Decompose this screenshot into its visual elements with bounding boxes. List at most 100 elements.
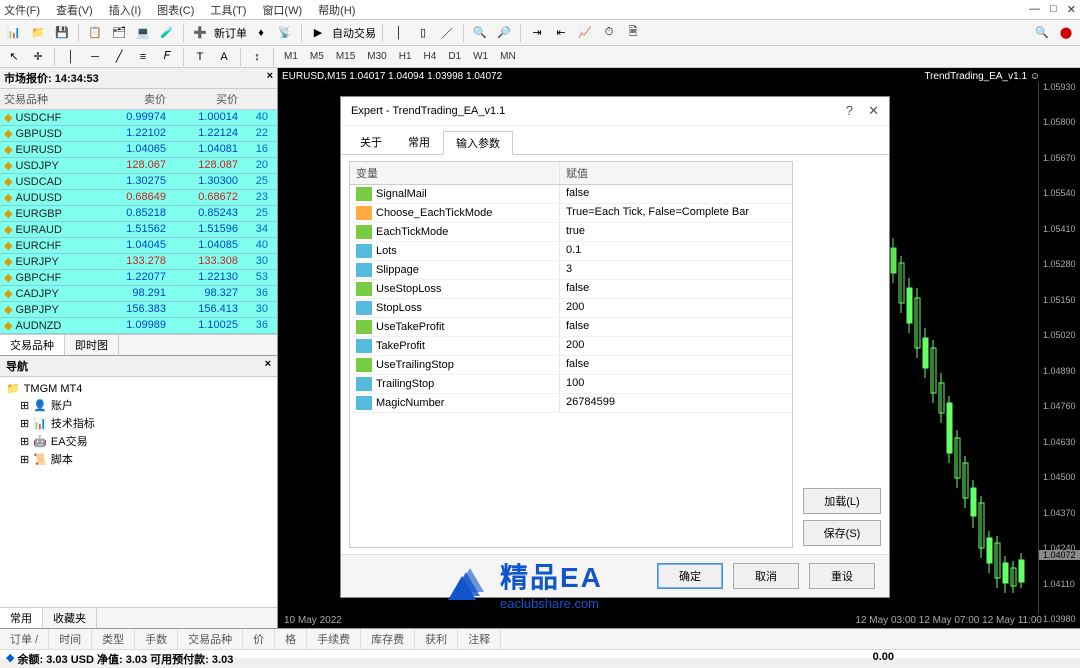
mw-tab-symbols[interactable]: 交易品种 bbox=[0, 335, 65, 355]
nav-experts[interactable]: ⊞🤖EA交易 bbox=[4, 432, 273, 450]
indicators-icon[interactable]: 📈 bbox=[575, 23, 595, 43]
meta-icon[interactable]: ♦ bbox=[251, 23, 271, 43]
nav-indicators[interactable]: ⊞📊技术指标 bbox=[4, 414, 273, 432]
term-col[interactable]: 手数 bbox=[135, 629, 178, 649]
mw-row[interactable]: ◆AUDUSD0.686490.6867223 bbox=[0, 190, 277, 206]
tab-inputs[interactable]: 输入参数 bbox=[443, 131, 513, 155]
save-button[interactable]: 保存(S) bbox=[803, 520, 881, 546]
window-min[interactable]: — bbox=[1029, 3, 1040, 16]
dialog-help-icon[interactable]: ? bbox=[846, 103, 853, 118]
param-row[interactable]: SignalMailfalse bbox=[350, 185, 792, 204]
search-icon[interactable]: 🔍 bbox=[1032, 23, 1052, 43]
tab-about[interactable]: 关于 bbox=[347, 130, 395, 154]
bar-chart-icon[interactable]: │ bbox=[389, 23, 409, 43]
tf-m1[interactable]: M1 bbox=[280, 49, 302, 64]
mw-row[interactable]: ◆EURGBP0.852180.8524325 bbox=[0, 206, 277, 222]
menu-tools[interactable]: 工具(T) bbox=[210, 2, 246, 18]
candle-chart-icon[interactable]: ▯ bbox=[413, 23, 433, 43]
mw-row[interactable]: ◆GBPJPY156.383156.41330 bbox=[0, 302, 277, 318]
label-icon[interactable]: A bbox=[214, 47, 234, 67]
term-col[interactable]: 手续费 bbox=[307, 629, 361, 649]
tf-mn[interactable]: MN bbox=[496, 49, 520, 64]
cancel-button[interactable]: 取消 bbox=[733, 563, 799, 589]
reset-button[interactable]: 重设 bbox=[809, 563, 875, 589]
mw-col-symbol[interactable]: 交易品种 bbox=[0, 89, 98, 109]
param-row[interactable]: UseTrailingStopfalse bbox=[350, 356, 792, 375]
alert-icon[interactable]: ⬤ bbox=[1056, 23, 1076, 43]
mw-row[interactable]: ◆USDCAD1.302751.3030025 bbox=[0, 174, 277, 190]
tf-d1[interactable]: D1 bbox=[444, 49, 465, 64]
param-row[interactable]: UseStopLossfalse bbox=[350, 280, 792, 299]
menu-file[interactable]: 文件(F) bbox=[4, 2, 40, 18]
mw-row[interactable]: ◆USDJPY128.067128.08720 bbox=[0, 158, 277, 174]
window-max[interactable]: □ bbox=[1050, 3, 1057, 16]
tab-common[interactable]: 常用 bbox=[395, 130, 443, 154]
mw-row[interactable]: ◆EURAUD1.515621.5159634 bbox=[0, 222, 277, 238]
crosshair-icon[interactable]: ✛ bbox=[28, 47, 48, 67]
term-col[interactable]: 库存费 bbox=[361, 629, 415, 649]
ok-button[interactable]: 确定 bbox=[657, 563, 723, 589]
param-row[interactable]: Choose_EachTickModeTrue=Each Tick, False… bbox=[350, 204, 792, 223]
tf-h4[interactable]: H4 bbox=[420, 49, 441, 64]
param-table[interactable]: 变量 赋值 SignalMailfalseChoose_EachTickMode… bbox=[349, 161, 793, 548]
navigator-icon[interactable]: 🗂 bbox=[109, 23, 129, 43]
text-icon[interactable]: T bbox=[190, 47, 210, 67]
term-col[interactable]: 获利 bbox=[415, 629, 458, 649]
param-row[interactable]: Slippage3 bbox=[350, 261, 792, 280]
term-col[interactable]: 格 bbox=[275, 629, 307, 649]
term-col[interactable]: 交易品种 bbox=[178, 629, 243, 649]
profiles-icon[interactable]: 📁 bbox=[28, 23, 48, 43]
terminal-icon[interactable]: 💻 bbox=[133, 23, 153, 43]
param-row[interactable]: UseTakeProfitfalse bbox=[350, 318, 792, 337]
autotrade-icon[interactable]: ▶ bbox=[308, 23, 328, 43]
nav-tab-fav[interactable]: 收藏夹 bbox=[43, 608, 97, 628]
new-chart-icon[interactable]: 📊 bbox=[4, 23, 24, 43]
tf-w1[interactable]: W1 bbox=[469, 49, 492, 64]
mw-row[interactable]: ◆EURUSD1.040651.0408116 bbox=[0, 142, 277, 158]
menu-help[interactable]: 帮助(H) bbox=[318, 2, 355, 18]
term-col[interactable]: 注释 bbox=[458, 629, 501, 649]
nav-accounts[interactable]: ⊞👤账户 bbox=[4, 396, 273, 414]
mw-row[interactable]: ◆EURJPY133.278133.30830 bbox=[0, 254, 277, 270]
mw-close-icon[interactable]: × bbox=[267, 70, 273, 86]
tester-icon[interactable]: 🧪 bbox=[157, 23, 177, 43]
mw-col-ask[interactable]: 买价 bbox=[170, 89, 242, 109]
menu-window[interactable]: 窗口(W) bbox=[262, 2, 302, 18]
line-chart-icon[interactable]: ／ bbox=[437, 23, 457, 43]
tf-m15[interactable]: M15 bbox=[332, 49, 359, 64]
arrows-icon[interactable]: ↕ bbox=[247, 47, 267, 67]
nav-scripts[interactable]: ⊞📜脚本 bbox=[4, 450, 273, 468]
window-close[interactable]: ✕ bbox=[1067, 3, 1076, 16]
mw-row[interactable]: ◆GBPUSD1.221021.2212422 bbox=[0, 126, 277, 142]
param-row[interactable]: StopLoss200 bbox=[350, 299, 792, 318]
mw-row[interactable]: ◆GBPCHF1.220771.2213053 bbox=[0, 270, 277, 286]
market-watch-icon[interactable]: 📋 bbox=[85, 23, 105, 43]
param-row[interactable]: EachTickModetrue bbox=[350, 223, 792, 242]
mw-row[interactable]: ◆AUDNZD1.099891.1002536 bbox=[0, 318, 277, 334]
templates-icon[interactable]: 🗎 bbox=[623, 23, 643, 43]
mw-row[interactable]: ◆CADJPY98.29198.32736 bbox=[0, 286, 277, 302]
param-row[interactable]: TrailingStop100 bbox=[350, 375, 792, 394]
chart-shift-icon[interactable]: ⇤ bbox=[551, 23, 571, 43]
load-button[interactable]: 加载(L) bbox=[803, 488, 881, 514]
term-col[interactable]: 时间 bbox=[49, 629, 92, 649]
mw-tab-tick[interactable]: 即时图 bbox=[65, 335, 119, 355]
trendline-icon[interactable]: ╱ bbox=[109, 47, 129, 67]
mw-row[interactable]: ◆USDCHF0.999741.0001440 bbox=[0, 110, 277, 126]
nav-root[interactable]: 📁TMGM MT4 bbox=[4, 381, 273, 396]
tf-m30[interactable]: M30 bbox=[363, 49, 390, 64]
hline-icon[interactable]: ─ bbox=[85, 47, 105, 67]
term-col[interactable]: 订单 / bbox=[0, 629, 49, 649]
periodicity-icon[interactable]: ⏱ bbox=[599, 23, 619, 43]
term-col[interactable]: 类型 bbox=[92, 629, 135, 649]
tf-m5[interactable]: M5 bbox=[306, 49, 328, 64]
menu-insert[interactable]: 插入(I) bbox=[109, 2, 141, 18]
new-order-label[interactable]: 新订单 bbox=[214, 25, 247, 41]
mw-row[interactable]: ◆EURCHF1.040451.0408540 bbox=[0, 238, 277, 254]
save-icon[interactable]: 💾 bbox=[52, 23, 72, 43]
tf-h1[interactable]: H1 bbox=[395, 49, 416, 64]
nav-tab-common[interactable]: 常用 bbox=[0, 608, 43, 628]
dialog-close-icon[interactable]: ✕ bbox=[868, 103, 879, 118]
autotrade-label[interactable]: 自动交易 bbox=[332, 25, 376, 41]
signals-icon[interactable]: 📡 bbox=[275, 23, 295, 43]
